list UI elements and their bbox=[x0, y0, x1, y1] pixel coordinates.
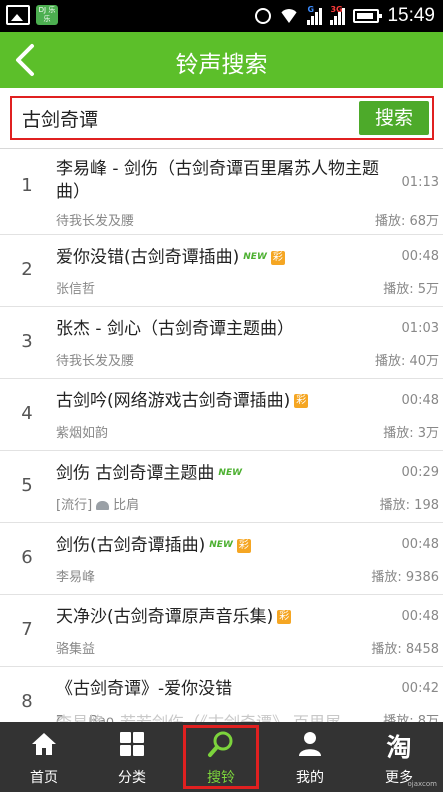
item-number: 3 bbox=[21, 331, 33, 352]
list-item[interactable]: 2 爱你没错(古剑奇谭插曲) NEW 彩 张信哲 00:48 播放: 5万 bbox=[0, 235, 443, 307]
search-input[interactable] bbox=[14, 100, 358, 136]
play-count: 播放: 68万 bbox=[374, 214, 439, 229]
play-count: 播放: 198 bbox=[379, 498, 439, 513]
item-number: 7 bbox=[21, 619, 33, 640]
song-title: 张杰 - 剑心（古剑奇谭主题曲） bbox=[56, 319, 294, 339]
nav-label: 我的 bbox=[296, 770, 324, 786]
user-icon bbox=[299, 732, 321, 756]
song-title: 剑伤 古剑奇谭主题曲 bbox=[56, 463, 215, 484]
duration: 00:29 bbox=[401, 465, 439, 480]
duration: 00:48 bbox=[401, 609, 439, 624]
new-badge: NEW bbox=[243, 252, 267, 262]
android-icon bbox=[96, 501, 110, 510]
result-list: 1 李易峰 - 剑伤（古剑奇谭百里屠苏人物主题曲） 待我长发及腰 01:13 播… bbox=[0, 149, 443, 739]
song-title: 李易峰 - 剑伤（古剑奇谭百里屠苏人物主题曲） bbox=[56, 159, 379, 202]
nav-label: 分类 bbox=[118, 770, 146, 786]
list-item[interactable]: 4 古剑吟(网络游戏古剑奇谭插曲) 彩 紫烟如韵 00:48 播放: 3万 bbox=[0, 379, 443, 451]
watermark: ojaxcom bbox=[407, 780, 438, 788]
nav-home[interactable]: 首页 bbox=[0, 722, 88, 792]
list-item[interactable]: 5 剑伤 古剑奇谭主题曲 NEW [流行] 比肩 00:29 播放: 198 bbox=[0, 451, 443, 523]
play-count: 播放: 40万 bbox=[374, 354, 439, 369]
play-count: 播放: 9386 bbox=[371, 570, 439, 585]
song-title-line: 剑伤 古剑奇谭主题曲 NEW bbox=[56, 462, 393, 486]
genre-tag: [流行] bbox=[56, 498, 93, 513]
duration: 00:48 bbox=[401, 393, 439, 408]
song-title-line: 古剑吟(网络游戏古剑奇谭插曲) 彩 bbox=[56, 390, 393, 413]
wifi-icon bbox=[279, 9, 300, 23]
status-time: 15:49 bbox=[387, 5, 435, 26]
duration: 00:42 bbox=[401, 681, 439, 696]
song-title: 爱你没错(古剑奇谭插曲) bbox=[56, 247, 240, 268]
song-title: 《古剑奇谭》-爱你没错 bbox=[56, 679, 233, 699]
song-title-line: 天净沙(古剑奇谭原声音乐集) 彩 bbox=[56, 606, 393, 629]
home-icon bbox=[32, 733, 56, 755]
item-number: 6 bbox=[21, 547, 33, 568]
play-count: 播放: 5万 bbox=[383, 282, 439, 297]
alarm-icon bbox=[255, 8, 272, 24]
new-badge: NEW bbox=[209, 540, 233, 550]
signal-icon: G bbox=[307, 5, 323, 25]
song-title: 剑伤(古剑奇谭插曲) bbox=[56, 535, 206, 556]
song-title-line: 爱你没错(古剑奇谭插曲) NEW 彩 bbox=[56, 246, 393, 270]
list-item[interactable]: 3 张杰 - 剑心（古剑奇谭主题曲） 待我长发及腰 01:03 播放: 40万 bbox=[0, 307, 443, 379]
song-title-line: 剑伤(古剑奇谭插曲) NEW 彩 bbox=[56, 534, 393, 558]
cai-badge: 彩 bbox=[270, 250, 285, 265]
duration: 01:03 bbox=[401, 321, 439, 336]
duration: 00:48 bbox=[401, 537, 439, 552]
play-count: 播放: 3万 bbox=[383, 426, 439, 441]
duration: 01:13 bbox=[401, 175, 439, 190]
new-badge: NEW bbox=[218, 468, 243, 478]
duration: 00:48 bbox=[401, 249, 439, 264]
nav-label: 首页 bbox=[30, 770, 58, 786]
nav-mine[interactable]: 我的 bbox=[266, 722, 354, 792]
battery-icon bbox=[353, 9, 383, 23]
app-notification-icon: DJ 乐乐 bbox=[36, 5, 58, 25]
item-number: 2 bbox=[21, 259, 33, 280]
grid-icon bbox=[120, 732, 144, 756]
artist-name: 张信哲 bbox=[56, 282, 96, 297]
cai-badge: 彩 bbox=[277, 610, 292, 624]
cai-badge: 彩 bbox=[236, 538, 251, 553]
nav-category[interactable]: 分类 bbox=[88, 722, 176, 792]
image-notification-icon bbox=[6, 5, 30, 25]
list-item[interactable]: 6 剑伤(古剑奇谭插曲) NEW 彩 李易峰 00:48 播放: 9386 bbox=[0, 523, 443, 595]
artist-name: 待我长发及腰 bbox=[56, 354, 135, 369]
signal-3g-icon: 3G bbox=[330, 5, 346, 25]
active-tab-highlight bbox=[183, 725, 259, 789]
taobao-icon: 淘 bbox=[386, 733, 412, 762]
item-number: 5 bbox=[21, 475, 33, 496]
artist-name: 待我长发及腰 bbox=[56, 214, 135, 229]
title-bar: 铃声搜索 bbox=[0, 32, 443, 88]
item-number: 4 bbox=[21, 403, 33, 424]
artist-name: 紫烟如韵 bbox=[56, 426, 109, 441]
item-number: 1 bbox=[21, 175, 33, 196]
artist-line: [流行] 比肩 bbox=[56, 494, 139, 513]
cai-badge: 彩 bbox=[294, 394, 309, 408]
play-count: 播放: 8458 bbox=[371, 642, 439, 657]
search-bar: 搜索 bbox=[10, 96, 434, 140]
search-button[interactable]: 搜索 bbox=[359, 101, 429, 135]
song-title: 天净沙(古剑奇谭原声音乐集) bbox=[56, 607, 274, 627]
song-title: 古剑吟(网络游戏古剑奇谭插曲) bbox=[56, 391, 291, 411]
page-title: 铃声搜索 bbox=[175, 52, 268, 78]
artist-name: 比肩 bbox=[113, 498, 140, 513]
list-item[interactable]: 7 天净沙(古剑奇谭原声音乐集) 彩 骆集益 00:48 播放: 8458 bbox=[0, 595, 443, 667]
item-number: 8 bbox=[21, 691, 33, 712]
status-bar: DJ 乐乐 G 3G 15:49 bbox=[0, 0, 443, 32]
artist-name: 李易峰 bbox=[56, 570, 96, 585]
network-type-label: G bbox=[307, 5, 315, 14]
list-item[interactable]: 1 李易峰 - 剑伤（古剑奇谭百里屠苏人物主题曲） 待我长发及腰 01:13 播… bbox=[0, 149, 443, 235]
network-type-label: 3G bbox=[330, 5, 343, 14]
artist-name: 骆集益 bbox=[56, 642, 96, 657]
